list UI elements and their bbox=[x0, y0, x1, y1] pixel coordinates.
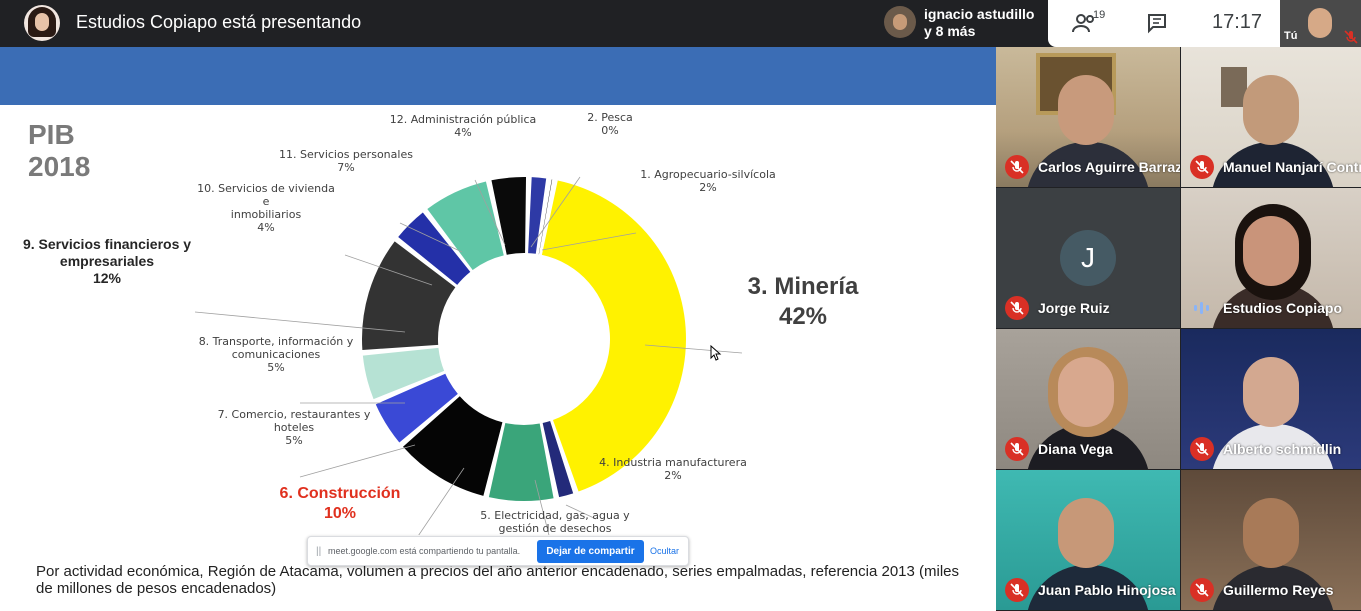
label-agropecuario: 1. Agropecuario-silvícola 2% bbox=[640, 168, 776, 194]
label-transporte: 8. Transporte, información y comunicacio… bbox=[198, 335, 354, 374]
mic-off-icon bbox=[1190, 437, 1214, 461]
chat-icon[interactable] bbox=[1146, 12, 1168, 34]
slide-header-band bbox=[0, 47, 996, 105]
participant-tile[interactable]: Estudios Copiapo bbox=[1181, 188, 1361, 328]
label-servicios-financieros: 9. Servicios financieros y empresariales… bbox=[22, 236, 192, 286]
others-more: y 8 más bbox=[924, 23, 976, 39]
participant-name: Juan Pablo Hinojosa bbox=[1038, 582, 1176, 598]
mic-off-icon bbox=[1005, 296, 1029, 320]
hide-button[interactable]: Ocultar bbox=[650, 546, 679, 556]
people-count: 19 bbox=[1093, 9, 1106, 21]
slice-mineria bbox=[541, 180, 686, 492]
participant-name: Diana Vega bbox=[1038, 441, 1113, 457]
mic-off-icon bbox=[1005, 437, 1029, 461]
speaking-indicator-icon bbox=[1194, 302, 1209, 314]
others-participants[interactable]: ignacio astudillo y 8 más bbox=[924, 6, 1034, 40]
meeting-toolbar: 19 17:17 bbox=[1048, 0, 1280, 47]
participant-name: Carlos Aguirre Barraza bbox=[1038, 159, 1180, 175]
label-construccion: 6. Construcción 10% bbox=[279, 485, 401, 522]
participant-avatar[interactable] bbox=[884, 6, 916, 38]
presenter-avatar bbox=[24, 5, 60, 41]
mic-off-icon bbox=[1005, 155, 1029, 179]
mic-off-icon bbox=[1344, 30, 1358, 44]
participant-name: Estudios Copiapo bbox=[1223, 300, 1342, 316]
participant-tile[interactable]: Diana Vega bbox=[996, 329, 1180, 469]
label-comercio: 7. Comercio, restaurantes y hoteles 5% bbox=[217, 408, 371, 447]
stop-sharing-button[interactable]: Dejar de compartir bbox=[537, 540, 644, 563]
top-bar: Estudios Copiapo está presentando ignaci… bbox=[0, 0, 1361, 47]
participant-name: Guillermo Reyes bbox=[1223, 582, 1334, 598]
mic-off-icon bbox=[1005, 578, 1029, 602]
mic-off-icon bbox=[1190, 578, 1214, 602]
label-industria: 4. Industria manufacturera 2% bbox=[599, 456, 747, 482]
participant-name: Manuel Nanjarí Contr... bbox=[1223, 159, 1361, 175]
self-view[interactable]: Tú bbox=[1280, 0, 1361, 47]
label-electricidad: 5. Electricidad, gas, agua y gestión de … bbox=[480, 509, 630, 535]
label-vivienda: 10. Servicios de vivienda e inmobiliario… bbox=[197, 182, 335, 234]
participant-tile[interactable]: Manuel Nanjarí Contr... bbox=[1181, 47, 1361, 187]
label-pesca: 2. Pesca 0% bbox=[587, 111, 633, 137]
share-status-text: meet.google.com está compartiendo tu pan… bbox=[328, 546, 521, 556]
participant-grid: Carlos Aguirre Barraza Manuel Nanjarí Co… bbox=[996, 47, 1361, 611]
label-mineria: 3. Minería 42% bbox=[747, 273, 859, 330]
presenter-title: Estudios Copiapo está presentando bbox=[76, 12, 362, 32]
participant-tile[interactable]: Guillermo Reyes bbox=[1181, 470, 1361, 610]
slice-agropecuario bbox=[528, 177, 547, 254]
self-label: Tú bbox=[1284, 30, 1298, 42]
participant-name: Alberto schmidlin bbox=[1223, 441, 1342, 457]
clock: 17:17 bbox=[1212, 11, 1263, 33]
mic-off-icon bbox=[1190, 155, 1214, 179]
others-name: ignacio astudillo bbox=[924, 6, 1035, 22]
screen-share-bar: || meet.google.com está compartiendo tu … bbox=[307, 536, 689, 566]
shared-slide: PIB 2018 1. Agropecuario-silvícola 2% 2.… bbox=[0, 47, 996, 611]
participant-tile[interactable]: Alberto schmidlin bbox=[1181, 329, 1361, 469]
participant-tile[interactable]: Juan Pablo Hinojosa bbox=[996, 470, 1180, 610]
drag-handle-icon[interactable]: || bbox=[316, 546, 321, 557]
mouse-cursor-icon bbox=[710, 345, 722, 361]
label-servicios-personales: 11. Servicios personales 7% bbox=[279, 148, 413, 174]
participant-tile[interactable]: Carlos Aguirre Barraza bbox=[996, 47, 1180, 187]
participant-name: Jorge Ruiz bbox=[1038, 300, 1110, 316]
participant-tile[interactable]: J Jorge Ruiz bbox=[996, 188, 1180, 328]
slide-caption: Por actividad económica, Región de Ataca… bbox=[36, 563, 960, 597]
avatar: J bbox=[1060, 230, 1116, 286]
leader-line bbox=[299, 444, 416, 478]
label-administracion: 12. Administración pública 4% bbox=[389, 113, 537, 139]
